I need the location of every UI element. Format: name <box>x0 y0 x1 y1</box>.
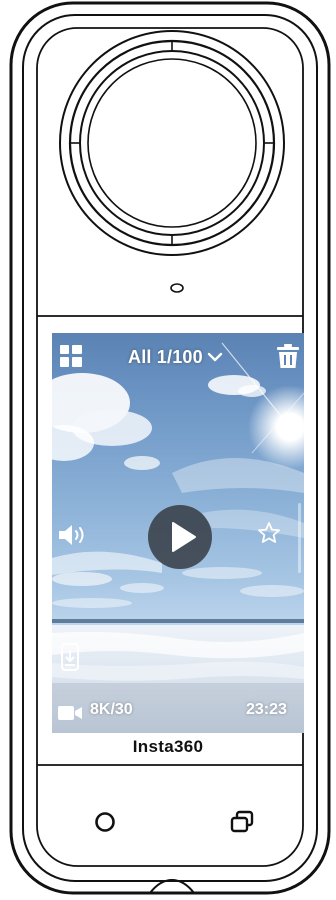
shutter-button[interactable] <box>94 811 116 833</box>
star-icon[interactable] <box>257 521 281 545</box>
brand-logo: Insta360 <box>132 737 204 756</box>
play-icon <box>172 522 196 552</box>
touch-screen[interactable]: All 1/100 8K/30 23:23 <box>52 333 304 733</box>
chevron-down-icon <box>207 352 223 362</box>
circle-icon <box>95 812 115 832</box>
sd-card-icon <box>59 642 81 672</box>
trash-icon[interactable] <box>276 343 300 369</box>
stacked-squares-icon <box>230 810 254 833</box>
duration-label: 23:23 <box>246 701 287 718</box>
album-label: All 1/100 <box>128 346 203 367</box>
album-selector[interactable]: All 1/100 <box>128 345 223 369</box>
video-camera-icon <box>57 704 83 722</box>
camera-device: All 1/100 8K/30 23:23 Insta360 <box>0 0 336 900</box>
speaker-icon[interactable] <box>57 523 89 547</box>
play-button[interactable] <box>148 505 212 569</box>
mode-button[interactable] <box>228 809 256 835</box>
scrollbar[interactable] <box>298 503 301 573</box>
grid-icon[interactable] <box>58 343 84 369</box>
resolution-label: 8K/30 <box>90 701 133 718</box>
